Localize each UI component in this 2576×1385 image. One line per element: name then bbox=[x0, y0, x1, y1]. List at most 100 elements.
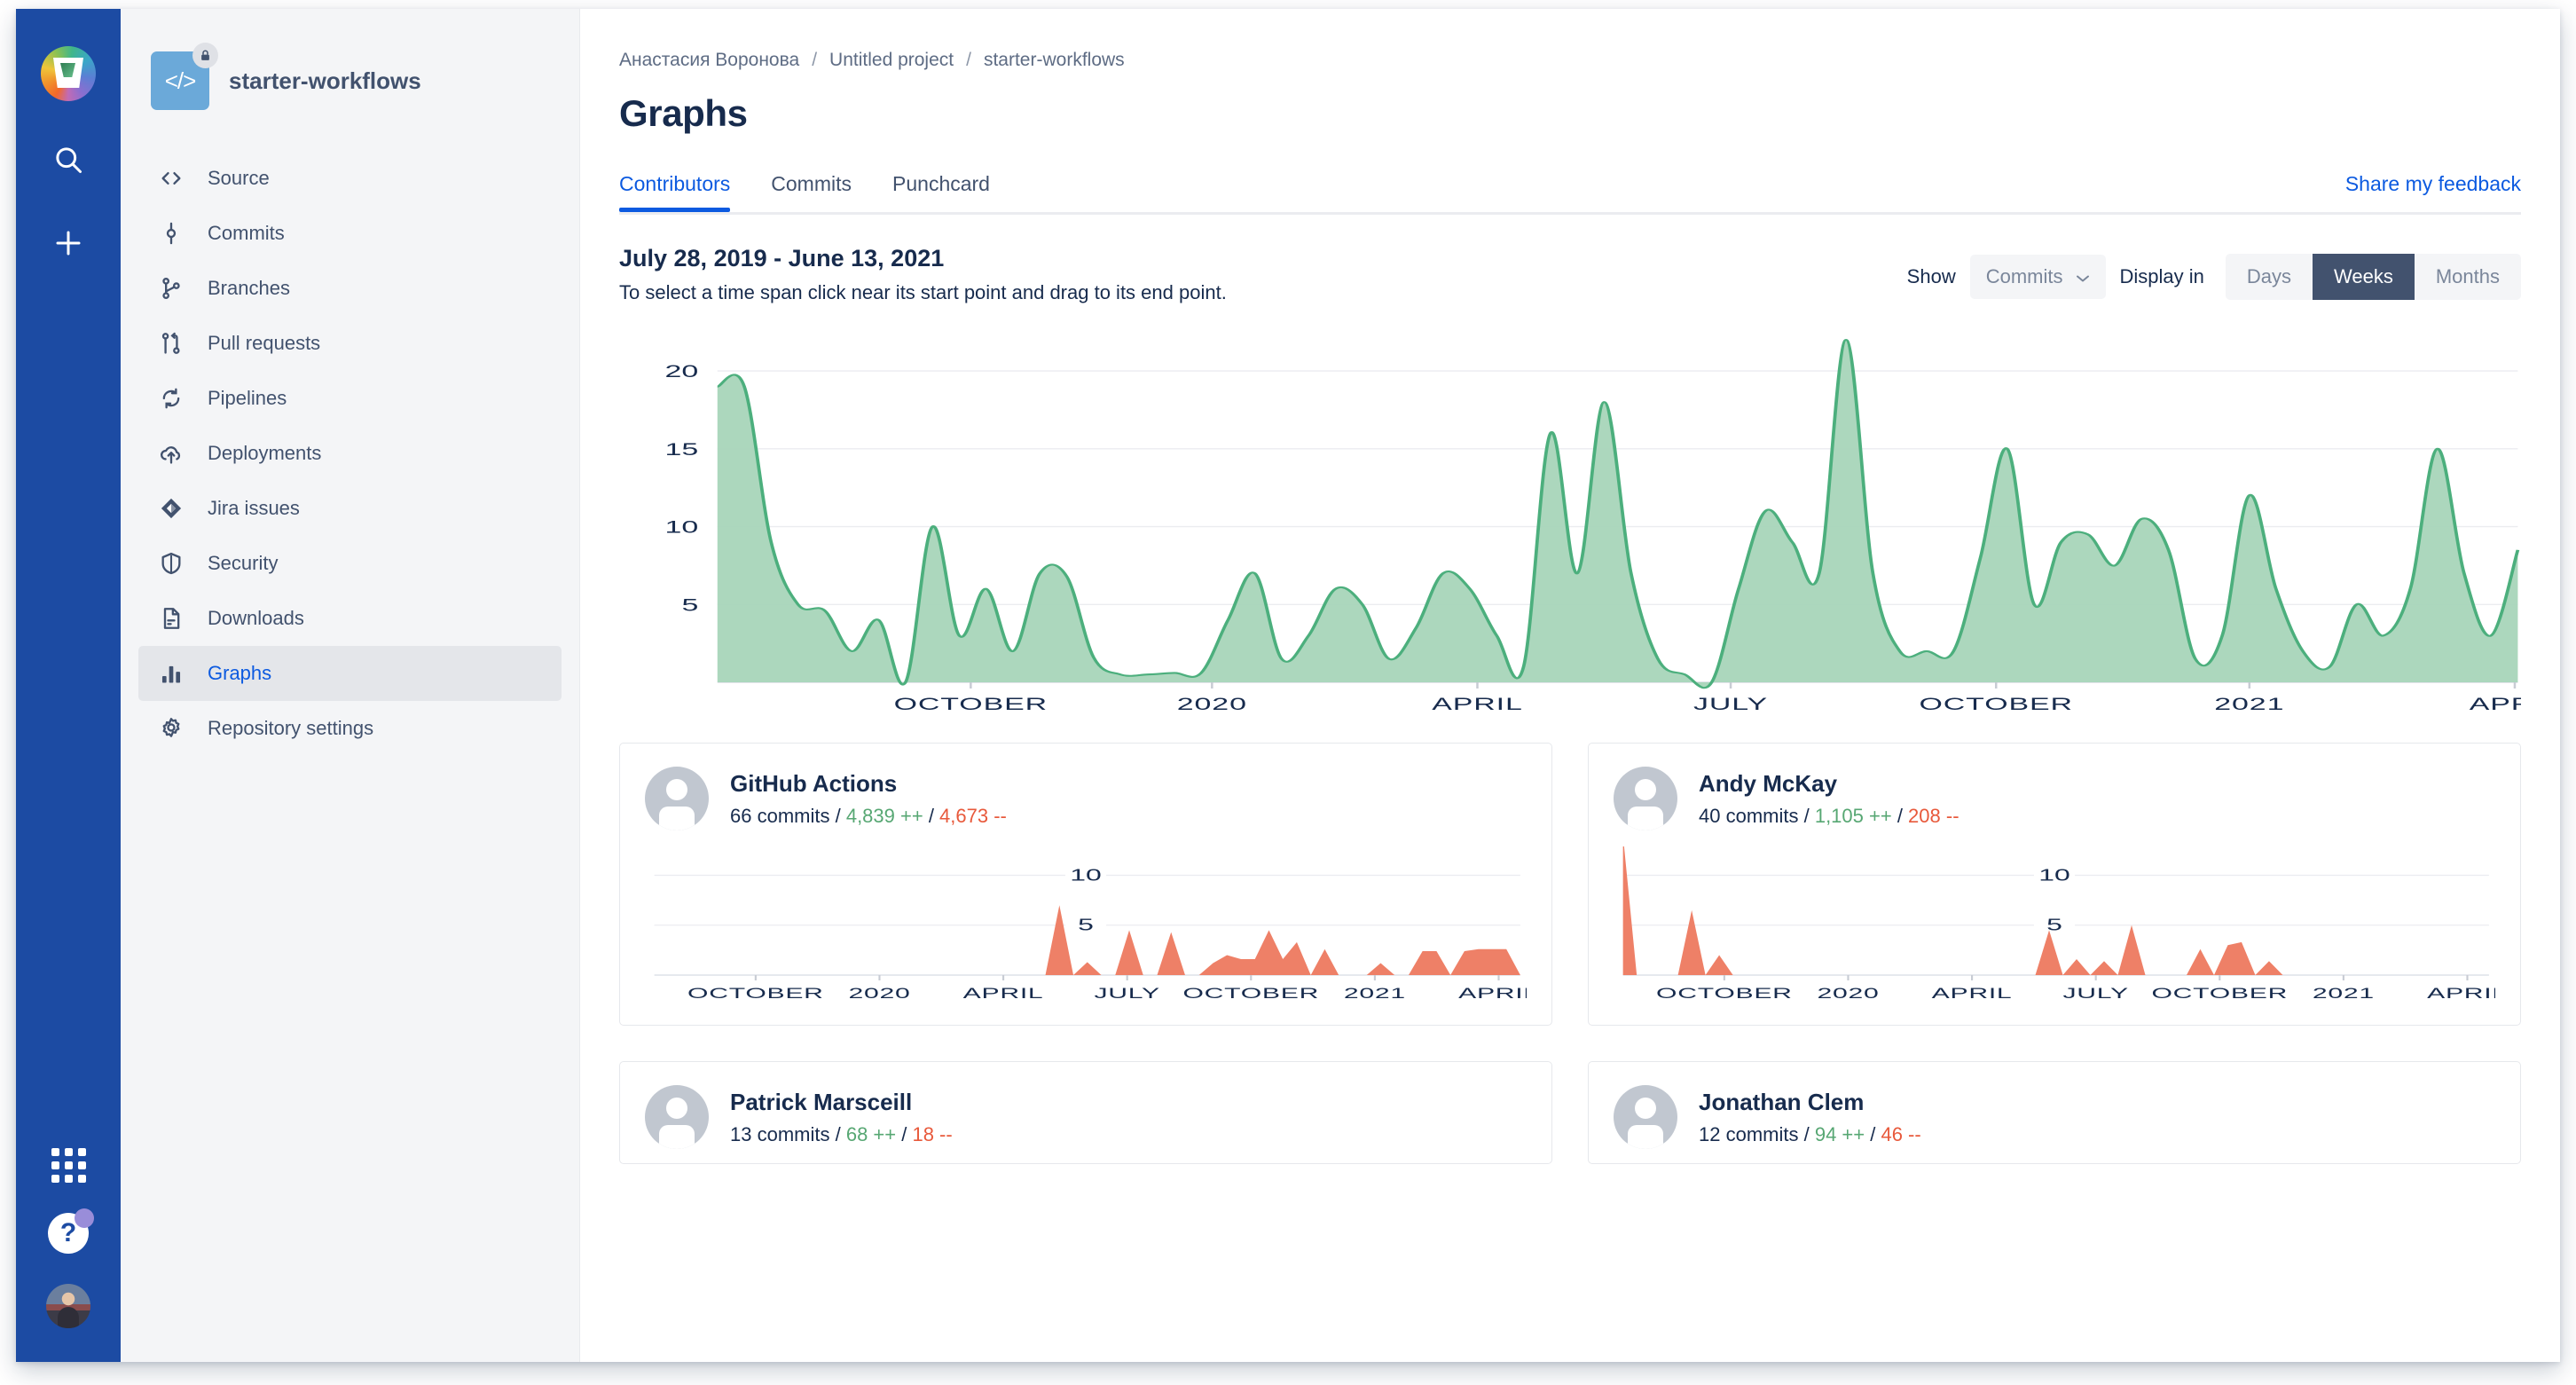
svg-text:OCTOBER: OCTOBER bbox=[1656, 985, 1793, 1002]
interval-months-button[interactable]: Months bbox=[2414, 254, 2521, 300]
help-icon[interactable]: ? bbox=[48, 1208, 94, 1254]
contributor-mini-chart[interactable]: 510OCTOBER2020APRILJULYOCTOBER2021APRIL bbox=[645, 846, 1527, 1011]
user-avatar[interactable] bbox=[46, 1284, 90, 1328]
svg-text:APRIL: APRIL bbox=[1432, 695, 1523, 713]
breadcrumb-separator: / bbox=[812, 50, 818, 70]
svg-text:20: 20 bbox=[665, 362, 699, 381]
search-icon[interactable] bbox=[43, 135, 93, 185]
date-range-hint: To select a time span click near its sta… bbox=[619, 281, 1227, 303]
repository-sidebar: </> starter-workflows Source Commits Bra… bbox=[121, 9, 580, 1362]
show-label: Show bbox=[1906, 265, 1956, 287]
sidebar-item-pipelines[interactable]: Pipelines bbox=[138, 371, 562, 426]
bitbucket-logo-inner bbox=[60, 63, 75, 77]
breadcrumb-workspace[interactable]: Анастасия Воронова bbox=[619, 50, 799, 71]
display-in-label: Display in bbox=[2119, 265, 2204, 287]
svg-text:JULY: JULY bbox=[1693, 695, 1768, 713]
tabs-divider bbox=[619, 212, 2521, 215]
repository-avatar-glyph: </> bbox=[164, 67, 197, 94]
interval-days-button[interactable]: Days bbox=[2225, 254, 2313, 300]
additions-count: 68 ++ bbox=[845, 1122, 897, 1145]
contributor-info: Andy McKay 40 commits / 1,105 ++ / 208 -… bbox=[1699, 770, 1959, 828]
breadcrumb-separator: / bbox=[966, 50, 971, 70]
repository-name: starter-workflows bbox=[229, 67, 421, 94]
deletions-count: 4,673 -- bbox=[939, 804, 1007, 827]
svg-text:OCTOBER: OCTOBER bbox=[2151, 985, 2288, 1002]
contributor-card[interactable]: Andy McKay 40 commits / 1,105 ++ / 208 -… bbox=[1588, 743, 2521, 1026]
breadcrumb-project[interactable]: Untitled project bbox=[829, 50, 954, 71]
sidebar-item-security[interactable]: Security bbox=[138, 536, 562, 591]
contributor-card[interactable]: GitHub Actions 66 commits / 4,839 ++ / 4… bbox=[619, 743, 1552, 1026]
breadcrumb-repository[interactable]: starter-workflows bbox=[984, 50, 1125, 71]
contributor-card[interactable]: Patrick Marsceill 13 commits / 68 ++ / 1… bbox=[619, 1061, 1552, 1164]
contributor-name: Patrick Marsceill bbox=[730, 1088, 913, 1115]
shield-icon bbox=[156, 551, 186, 576]
commits-area-chart[interactable]: 5 10 15 20 OCTOBER 2020 APRIL JULY OCTOBER 2021 AP… bbox=[619, 327, 2521, 727]
svg-text:APRIL: APRIL bbox=[2427, 985, 2495, 1002]
contributor-info: Jonathan Clem 12 commits / 94 ++ / 46 -- bbox=[1699, 1089, 1921, 1146]
tab-contributors[interactable]: Contributors bbox=[619, 172, 731, 212]
pull-request-icon bbox=[156, 331, 186, 356]
chevron-down-icon bbox=[2076, 265, 2090, 288]
rail-top-group bbox=[16, 9, 121, 268]
svg-text:2021: 2021 bbox=[2313, 985, 2375, 1002]
contributor-mini-chart[interactable]: 510OCTOBER2020APRILJULYOCTOBER2021APRIL bbox=[1614, 846, 2495, 1011]
share-feedback-link[interactable]: Share my feedback bbox=[2345, 172, 2521, 196]
app-switcher-icon[interactable] bbox=[51, 1148, 86, 1183]
jira-icon bbox=[156, 496, 186, 521]
sidebar-item-pull-requests[interactable]: Pull requests bbox=[138, 316, 562, 371]
tab-commits[interactable]: Commits bbox=[771, 172, 852, 212]
repository-header[interactable]: </> starter-workflows bbox=[121, 43, 579, 110]
svg-text:JULY: JULY bbox=[1094, 985, 1159, 1002]
sidebar-item-branches[interactable]: Branches bbox=[138, 261, 562, 316]
contributor-cards: GitHub Actions 66 commits / 4,839 ++ / 4… bbox=[619, 743, 2560, 1164]
avatar bbox=[1614, 1085, 1677, 1149]
tab-punchcard[interactable]: Punchcard bbox=[892, 172, 990, 212]
avatar bbox=[645, 767, 709, 830]
contributor-stats: 13 commits / 68 ++ / 18 -- bbox=[730, 1122, 953, 1145]
svg-text:APRIL: APRIL bbox=[963, 985, 1044, 1002]
sidebar-item-graphs[interactable]: Graphs bbox=[138, 646, 562, 701]
sidebar-item-label: Jira issues bbox=[208, 497, 300, 519]
commit-count: 13 commits bbox=[730, 1122, 830, 1145]
interval-weeks-button[interactable]: Weeks bbox=[2313, 254, 2415, 300]
main-content: Анастасия Воронова / Untitled project / … bbox=[580, 9, 2560, 1362]
sidebar-item-deployments[interactable]: Deployments bbox=[138, 426, 562, 481]
contributor-head: Andy McKay 40 commits / 1,105 ++ / 208 -… bbox=[1614, 767, 2495, 830]
sidebar-item-downloads[interactable]: Downloads bbox=[138, 591, 562, 646]
sidebar-item-label: Deployments bbox=[208, 442, 322, 464]
bar-chart-icon bbox=[156, 661, 186, 686]
svg-text:2021: 2021 bbox=[1344, 985, 1406, 1002]
bitbucket-logo[interactable] bbox=[41, 46, 96, 101]
svg-text:OCTOBER: OCTOBER bbox=[1182, 985, 1319, 1002]
svg-text:2021: 2021 bbox=[2214, 695, 2284, 713]
app-window: ? </> starter-workflows Source Commits B… bbox=[16, 9, 2560, 1362]
svg-text:5: 5 bbox=[1078, 917, 1094, 933]
contributor-info: Patrick Marsceill 13 commits / 68 ++ / 1… bbox=[730, 1089, 953, 1146]
svg-text:APRIL: APRIL bbox=[1932, 985, 2013, 1002]
sidebar-item-commits[interactable]: Commits bbox=[138, 206, 562, 261]
sidebar-item-source[interactable]: Source bbox=[138, 151, 562, 206]
show-select-value: Commits bbox=[1985, 265, 2063, 287]
date-range-title: July 28, 2019 - June 13, 2021 bbox=[619, 245, 945, 271]
sidebar-nav: Source Commits Branches Pull requests Pi… bbox=[121, 151, 579, 756]
sidebar-item-label: Graphs bbox=[208, 662, 272, 684]
svg-text:2020: 2020 bbox=[1177, 695, 1247, 713]
display-interval-group: Days Weeks Months bbox=[2225, 254, 2521, 300]
chart-controls: July 28, 2019 - June 13, 2021 To select … bbox=[619, 245, 2560, 304]
contributor-card[interactable]: Jonathan Clem 12 commits / 94 ++ / 46 -- bbox=[1588, 1061, 2521, 1164]
sidebar-item-repository-settings[interactable]: Repository settings bbox=[138, 701, 562, 756]
commit-count: 40 commits bbox=[1699, 804, 1799, 827]
svg-text:10: 10 bbox=[1070, 867, 1102, 884]
svg-text:OCTOBER: OCTOBER bbox=[687, 985, 824, 1002]
contributor-head: Jonathan Clem 12 commits / 94 ++ / 46 -- bbox=[1614, 1085, 2495, 1149]
additions-count: 4,839 ++ bbox=[845, 804, 923, 827]
show-select[interactable]: Commits bbox=[1969, 255, 2106, 299]
sidebar-item-jira-issues[interactable]: Jira issues bbox=[138, 481, 562, 536]
sidebar-item-label: Pull requests bbox=[208, 332, 321, 354]
svg-text:APRIL: APRIL bbox=[2470, 695, 2521, 713]
plus-icon[interactable] bbox=[43, 218, 93, 268]
main-chart-container[interactable]: 5 10 15 20 OCTOBER 2020 APRIL JULY OCTOBER 2021 AP… bbox=[619, 327, 2560, 727]
additions-count: 94 ++ bbox=[1814, 1122, 1865, 1145]
svg-text:2020: 2020 bbox=[1817, 985, 1879, 1002]
sidebar-item-label: Downloads bbox=[208, 607, 304, 629]
